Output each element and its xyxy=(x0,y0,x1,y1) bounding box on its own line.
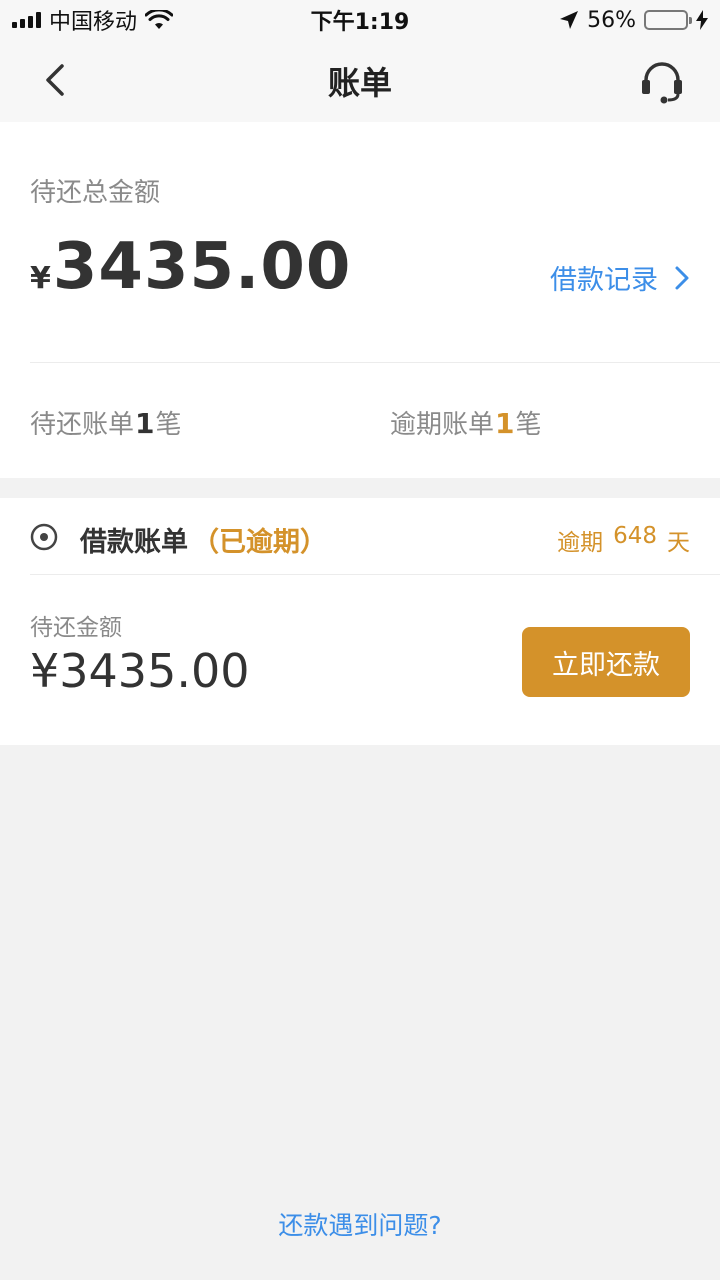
pending-bills-unit: 笔 xyxy=(155,410,182,440)
repayment-help-link[interactable]: 还款遇到问题? xyxy=(0,1206,720,1242)
currency-symbol: ¥ xyxy=(30,261,51,296)
loan-record-label: 借款记录 xyxy=(550,265,658,296)
divider xyxy=(30,574,720,575)
amount-due-value: ¥3435.00 xyxy=(30,644,250,698)
back-chevron-icon[interactable] xyxy=(36,60,76,100)
overdue-bills-label: 逾期账单 xyxy=(390,410,495,440)
loan-bill-card: 借款账单 （已逾期） 逾期 648 天 待还金额 ¥3435.00 立即还款 xyxy=(0,498,720,745)
pending-bills-count: 待还账单 1 笔 xyxy=(30,404,182,441)
customer-service-headset-icon[interactable] xyxy=(638,58,686,104)
total-due-value: 3435.00 xyxy=(52,230,352,304)
overdue-bills-number: 1 xyxy=(495,407,515,440)
wifi-icon xyxy=(145,10,174,29)
location-icon xyxy=(560,11,579,29)
battery-percent: 56% xyxy=(587,7,636,33)
loan-bill-status: （已逾期） xyxy=(192,527,327,558)
pending-bills-label: 待还账单 xyxy=(30,410,135,440)
amount-due-label: 待还金额 xyxy=(30,615,122,641)
status-bar: 中国移动 下午1:19 56% xyxy=(0,0,720,40)
chevron-right-icon xyxy=(675,266,689,289)
nav-bar: 账单 xyxy=(0,40,720,122)
loan-bill-header[interactable]: 借款账单 （已逾期） 逾期 648 天 xyxy=(0,498,720,575)
overdue-days-value: 648 xyxy=(613,523,657,549)
carrier-name: 中国移动 xyxy=(49,10,138,35)
battery-icon xyxy=(644,10,692,30)
charging-icon xyxy=(696,10,708,30)
pending-bills-number: 1 xyxy=(135,407,155,440)
signal-icon xyxy=(12,12,41,28)
status-bar-right: 56% xyxy=(559,8,708,33)
summary-card: 待还总金额 ¥ 3435.00 借款记录 待还账单 1 笔 逾期账单 1 笔 xyxy=(0,122,720,478)
overdue-days-label: 逾期 xyxy=(557,530,604,556)
page-title: 账单 xyxy=(327,64,392,102)
total-due-label: 待还总金额 xyxy=(30,178,161,208)
overdue-days-unit: 天 xyxy=(667,530,690,556)
status-bar-left: 中国移动 xyxy=(12,4,174,36)
overdue-bills-unit: 笔 xyxy=(515,410,542,440)
overdue-days: 逾期 648 天 xyxy=(557,523,690,557)
divider xyxy=(30,362,720,363)
coin-icon xyxy=(30,523,58,551)
loan-record-link[interactable]: 借款记录 xyxy=(550,258,690,297)
total-due-amount: ¥ 3435.00 xyxy=(30,230,351,304)
loan-bill-title: 借款账单 xyxy=(80,527,188,558)
overdue-bills-count: 逾期账单 1 笔 xyxy=(390,404,542,441)
repay-now-button[interactable]: 立即还款 xyxy=(522,627,690,697)
